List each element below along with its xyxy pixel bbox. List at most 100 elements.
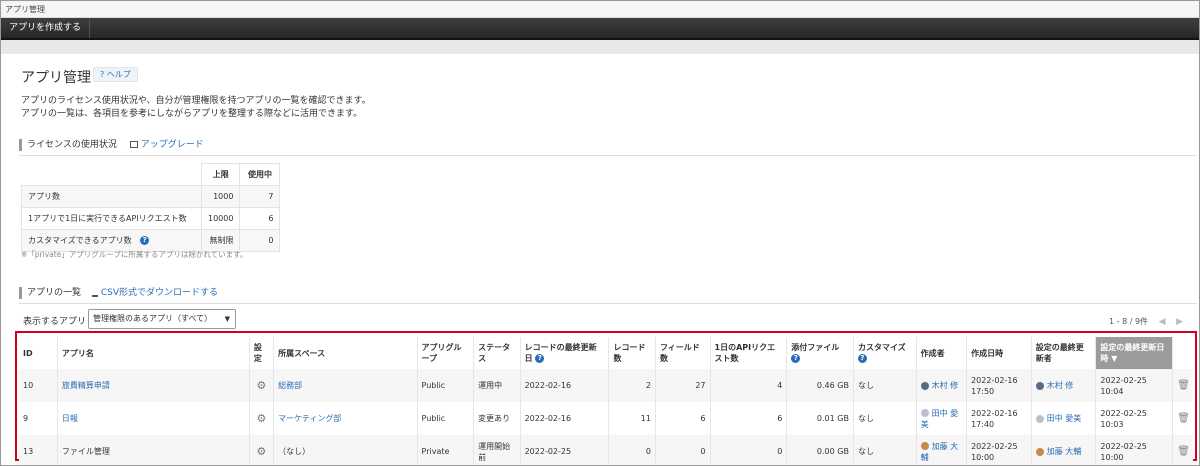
cell-files: 0.46 GB: [786, 369, 854, 402]
help-question-icon[interactable]: ?: [791, 354, 801, 363]
help-question-icon[interactable]: ?: [857, 354, 867, 363]
col-fields[interactable]: フィールド数: [654, 337, 710, 369]
license-col-used: 使用中: [239, 163, 281, 186]
col-status[interactable]: ステータス: [473, 337, 521, 369]
create-app-button[interactable]: アプリを作成する: [1, 18, 91, 38]
col-created[interactable]: 作成日時: [966, 337, 1032, 369]
col-last-record[interactable]: レコードの最終更新日 ?: [519, 337, 609, 369]
cell-fields: 0: [654, 435, 710, 465]
creator-link[interactable]: 木村 修: [932, 381, 959, 390]
app-filter-value: 管理権限のあるアプリ（すべて）: [93, 314, 213, 323]
gear-icon[interactable]: ⚙: [254, 380, 269, 391]
user-avatar-icon: [1035, 447, 1044, 456]
paging-count: 1 - 8 / 9件: [1109, 317, 1149, 326]
license-row-used: 7: [239, 185, 281, 208]
col-api[interactable]: 1日のAPIリクエスト数: [709, 337, 787, 369]
col-name[interactable]: アプリ名: [56, 337, 250, 369]
cell-custom: なし: [852, 435, 917, 465]
license-row-limit: 1000: [200, 185, 241, 208]
cell-records: 11: [608, 402, 656, 435]
cell-group: Public: [416, 369, 474, 402]
app-name-link[interactable]: 日報: [62, 414, 78, 423]
col-files[interactable]: 添付ファイル?: [786, 337, 854, 369]
app-list-table: ID アプリ名 設定 所属スペース アプリグループ ステータス レコードの最終更…: [19, 337, 1193, 465]
cell-id: 9: [23, 414, 29, 423]
table-header-row: ID アプリ名 設定 所属スペース アプリグループ ステータス レコードの最終更…: [19, 337, 1193, 369]
space-link[interactable]: マーケティング部: [278, 414, 341, 423]
trash-icon[interactable]: 🗑: [1177, 446, 1190, 457]
space-link[interactable]: 総務部: [278, 381, 302, 390]
cell-custom: なし: [852, 402, 917, 435]
cell-custom: なし: [852, 369, 917, 402]
user-avatar-icon: [1035, 381, 1044, 390]
cell-records: 2: [608, 369, 656, 402]
cell-app-name: 日報: [56, 402, 250, 435]
table-row: 13 ファイル管理 ⚙ （なし） Private 運用開始前 2022-02-2…: [19, 435, 1193, 465]
license-table: 上限 使用中 アプリ数 1000 7 1アプリで1日に実行できるAPIリクエスト…: [21, 163, 281, 252]
cell-modifier: 加藤 大輔: [1030, 435, 1096, 465]
col-records[interactable]: レコード数: [608, 337, 656, 369]
cell-api: 6: [709, 402, 787, 435]
cell-group: Public: [416, 402, 474, 435]
cell-created: 2022-02-25 10:00: [966, 435, 1032, 465]
col-last-modifier[interactable]: 設定の最終更新者: [1030, 337, 1096, 369]
col-group[interactable]: アプリグループ: [416, 337, 474, 369]
cell-fields: 27: [654, 369, 710, 402]
cell-status: 運用開始前: [473, 435, 521, 465]
app-name-link[interactable]: 旅費精算申請: [62, 381, 110, 390]
col-actions: [1172, 337, 1193, 369]
gear-icon[interactable]: ⚙: [254, 446, 269, 457]
user-avatar-icon: [920, 381, 929, 390]
user-avatar-icon: [1035, 414, 1044, 423]
col-custom-label: カスタマイズ: [857, 343, 906, 352]
upgrade-link[interactable]: アップグレード: [129, 140, 204, 150]
description-line-1: アプリのライセンス使用状況や、自分が管理権限を持つアプリの一覧を確認できます。: [21, 96, 371, 106]
license-section-heading: ライセンスの使用状況 アップグレード: [19, 139, 204, 151]
gear-icon[interactable]: ⚙: [254, 413, 269, 424]
license-row-label: アプリ数: [21, 185, 202, 208]
col-custom[interactable]: カスタマイズ?: [852, 337, 917, 369]
main-content: アプリ管理 ? ヘルプ アプリのライセンス使用状況や、自分が管理権限を持つアプリ…: [11, 55, 1197, 465]
page-description: アプリのライセンス使用状況や、自分が管理権限を持つアプリの一覧を確認できます。 …: [21, 95, 371, 121]
license-col-limit: 上限: [200, 163, 241, 186]
col-space[interactable]: 所属スペース: [273, 337, 418, 369]
cell-app-name: ファイル管理: [56, 435, 250, 465]
cell-api: 0: [709, 435, 787, 465]
license-row: 1アプリで1日に実行できるAPIリクエスト数 10000 6: [21, 207, 281, 230]
csv-download-link[interactable]: CSV形式でダウンロードする: [91, 288, 218, 298]
pagination: 1 - 8 / 9件 ◀ ▶: [1109, 316, 1183, 327]
modifier-link[interactable]: 木村 修: [1047, 381, 1074, 390]
modifier-link[interactable]: 加藤 大輔: [1047, 447, 1082, 456]
cell-creator: 木村 修: [915, 369, 967, 402]
cell-actions: 🗑: [1172, 435, 1193, 465]
app-filter-select[interactable]: 管理権限のあるアプリ（すべて） ▼: [88, 309, 236, 329]
col-id[interactable]: ID: [19, 337, 57, 369]
help-question-icon[interactable]: ?: [535, 354, 545, 363]
license-heading: ライセンスの使用状況: [27, 140, 117, 150]
apps-section-heading: アプリの一覧 CSV形式でダウンロードする: [19, 287, 218, 299]
modifier-link[interactable]: 田中 愛美: [1047, 414, 1082, 423]
trash-icon[interactable]: 🗑: [1177, 380, 1190, 391]
license-header-empty: [21, 163, 202, 186]
next-page-icon[interactable]: ▶: [1176, 317, 1183, 327]
license-header-row: 上限 使用中: [21, 163, 281, 186]
help-question-icon[interactable]: ?: [140, 236, 150, 245]
cell-api: 4: [709, 369, 787, 402]
cell-modifier: 田中 愛美: [1030, 402, 1096, 435]
filter-label: 表示するアプリ: [23, 317, 87, 327]
prev-page-icon[interactable]: ◀: [1159, 317, 1166, 327]
cell-status: 変更あり: [473, 402, 521, 435]
cell-created: 2022-02-16 17:50: [966, 369, 1032, 402]
col-files-label: 添付ファイル: [791, 343, 840, 352]
col-creator[interactable]: 作成者: [915, 337, 967, 369]
col-last-modified[interactable]: 設定の最終更新日時 ▼: [1095, 337, 1173, 369]
cell-last-record: 2022-02-16: [519, 402, 609, 435]
help-link[interactable]: ? ヘルプ: [93, 67, 138, 82]
cell-creator: 田中 愛美: [915, 402, 967, 435]
license-row-label: 1アプリで1日に実行できるAPIリクエスト数: [21, 207, 202, 230]
cell-files: 0.01 GB: [786, 402, 854, 435]
cell-space: マーケティング部: [273, 402, 418, 435]
user-avatar-icon: [920, 409, 929, 417]
trash-icon[interactable]: 🗑: [1177, 413, 1190, 424]
license-divider: [19, 155, 1197, 156]
